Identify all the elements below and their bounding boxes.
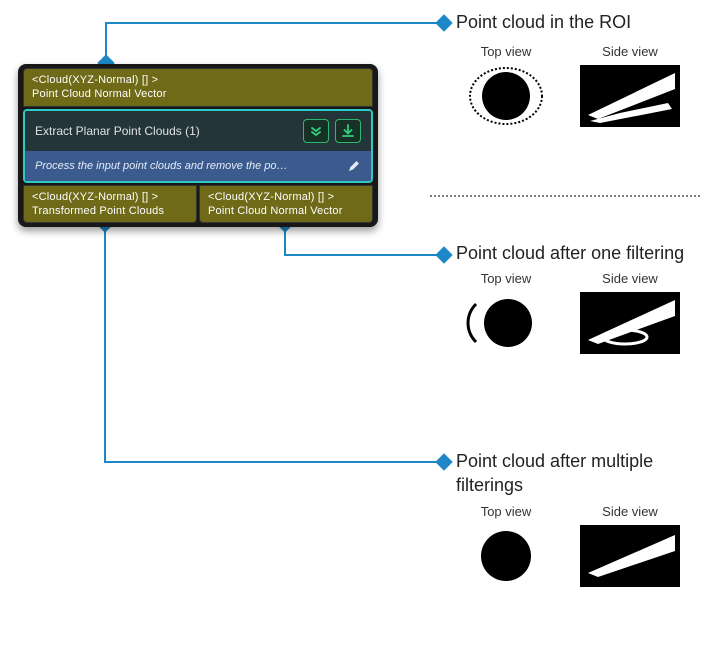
node-description-row: Process the input point clouds and remov…	[25, 151, 371, 181]
thumb-top: Top view	[456, 44, 556, 127]
thumb-top: Top view	[456, 271, 556, 354]
callout-multi-filter: Point cloud after multiple filterings To…	[456, 449, 696, 587]
callout-title: Point cloud after one filtering	[456, 241, 684, 265]
expand-icon[interactable]	[303, 119, 329, 143]
processing-node: <Cloud(XYZ-Normal) [] > Point Cloud Norm…	[18, 64, 378, 227]
dotted-separator	[430, 195, 700, 197]
download-icon[interactable]	[335, 119, 361, 143]
top-view-image	[456, 292, 556, 354]
node-description: Process the input point clouds and remov…	[35, 160, 341, 172]
thumb-side: Side view	[580, 44, 680, 127]
side-view-image	[580, 65, 680, 127]
port-name: Point Cloud Normal Vector	[32, 87, 364, 101]
top-view-image	[456, 65, 556, 127]
input-port[interactable]: <Cloud(XYZ-Normal) [] > Point Cloud Norm…	[23, 68, 373, 107]
thumb-label: Top view	[481, 271, 532, 286]
pencil-icon[interactable]	[347, 159, 361, 173]
side-view-image	[580, 292, 680, 354]
port-name: Point Cloud Normal Vector	[208, 204, 364, 218]
port-type: <Cloud(XYZ-Normal) [] >	[32, 73, 364, 87]
callout-title: Point cloud in the ROI	[456, 10, 680, 34]
node-title: Extract Planar Point Clouds (1)	[35, 124, 297, 138]
thumb-label: Side view	[602, 271, 658, 286]
thumb-label: Top view	[481, 44, 532, 59]
node-body[interactable]: Extract Planar Point Clouds (1) Process …	[23, 109, 373, 183]
thumb-label: Side view	[602, 504, 658, 519]
thumb-label: Top view	[481, 504, 532, 519]
callout-one-filter: Point cloud after one filtering Top view…	[456, 241, 684, 354]
thumb-top: Top view	[456, 504, 556, 587]
port-name: Transformed Point Clouds	[32, 204, 188, 218]
port-type: <Cloud(XYZ-Normal) [] >	[208, 190, 364, 204]
output-port-left[interactable]: <Cloud(XYZ-Normal) [] > Transformed Poin…	[23, 185, 197, 224]
side-view-image	[580, 525, 680, 587]
thumb-label: Side view	[602, 44, 658, 59]
callout-roi: Point cloud in the ROI Top view Side vie…	[456, 10, 680, 127]
output-port-right[interactable]: <Cloud(XYZ-Normal) [] > Point Cloud Norm…	[199, 185, 373, 224]
node-header: Extract Planar Point Clouds (1)	[25, 111, 371, 151]
output-ports: <Cloud(XYZ-Normal) [] > Transformed Poin…	[22, 185, 374, 224]
port-type: <Cloud(XYZ-Normal) [] >	[32, 190, 188, 204]
thumb-side: Side view	[580, 504, 680, 587]
top-view-image	[456, 525, 556, 587]
callout-title: Point cloud after multiple filterings	[456, 449, 696, 498]
thumb-side: Side view	[580, 271, 680, 354]
